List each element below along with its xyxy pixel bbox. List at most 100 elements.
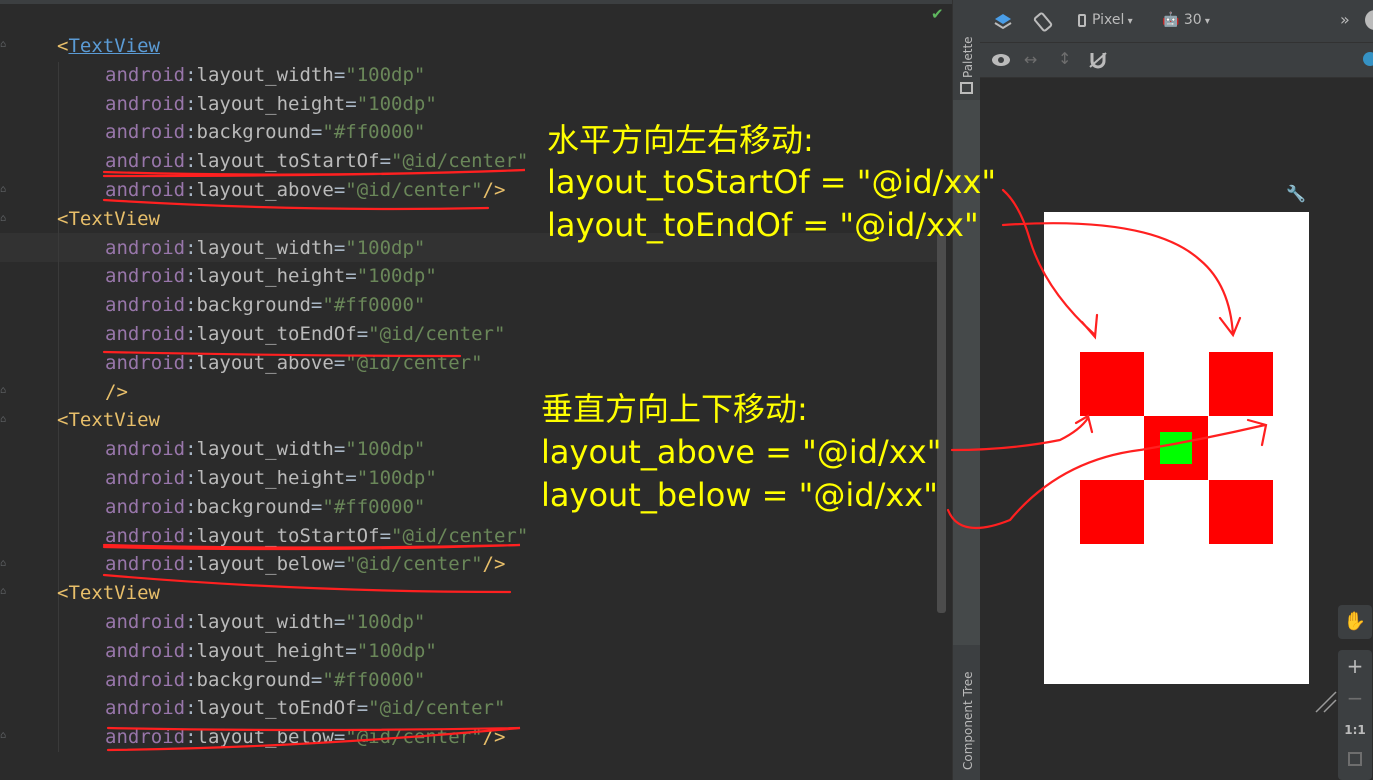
code-line[interactable]: android:layout_below="@id/center"/> xyxy=(105,550,505,579)
namespace-colon: : xyxy=(185,150,197,173)
api-level-selector[interactable]: 🤖 30 ▾ xyxy=(1162,12,1210,28)
device-selector[interactable]: Pixel ▾ xyxy=(1078,12,1133,28)
equals-sign: = xyxy=(379,524,392,547)
code-line[interactable]: android:layout_height="100dp" xyxy=(105,464,437,493)
wrench-icon[interactable]: 🔧 xyxy=(1286,184,1306,203)
palette-tab-label: Palette xyxy=(961,36,975,78)
vertical-resize-icon[interactable]: ↕ xyxy=(1058,49,1071,68)
code-line[interactable]: android:layout_below="@id/center"/> xyxy=(105,723,505,752)
resize-handle-icon[interactable] xyxy=(1314,690,1338,714)
namespace-prefix: android xyxy=(105,92,186,115)
namespace-prefix: android xyxy=(105,524,186,547)
magnet-icon[interactable] xyxy=(1088,51,1108,73)
fold-marker-icon[interactable]: ⌂ xyxy=(0,415,10,425)
equals-sign: = xyxy=(333,236,346,259)
equals-sign: = xyxy=(345,639,357,662)
code-line[interactable]: /> xyxy=(105,378,128,407)
phone-icon xyxy=(1078,13,1086,27)
warning-indicator-icon[interactable] xyxy=(1365,10,1373,30)
fold-marker-icon[interactable]: ⌂ xyxy=(0,386,10,396)
code-line[interactable]: android:layout_toEndOf="@id/center" xyxy=(105,694,505,723)
red-box-bottom-right[interactable] xyxy=(1209,480,1273,544)
attribute-value: "@id/center" xyxy=(368,697,506,720)
namespace-prefix: android xyxy=(105,438,186,461)
design-surface-button[interactable] xyxy=(992,11,1014,37)
eye-icon[interactable] xyxy=(990,51,1012,73)
green-center-view[interactable] xyxy=(1160,432,1192,464)
namespace-colon: : xyxy=(185,697,197,720)
namespace-colon: : xyxy=(185,553,197,576)
horizontal-resize-icon[interactable]: ↔ xyxy=(1024,50,1037,69)
attribute-name: layout_width xyxy=(196,438,334,461)
code-line[interactable]: <TextView xyxy=(57,32,160,61)
fold-marker-icon[interactable]: ⌂ xyxy=(0,559,10,569)
code-line[interactable]: android:layout_width="100dp" xyxy=(105,608,425,637)
attribute-value: "100dp" xyxy=(356,92,437,115)
code-line[interactable]: android:layout_width="100dp" xyxy=(105,234,425,263)
code-line[interactable]: android:layout_above="@id/center"/> xyxy=(105,176,505,205)
attribute-name: background xyxy=(196,668,311,691)
inspection-ok-icon[interactable]: ✔ xyxy=(931,5,944,23)
equals-sign: = xyxy=(333,553,346,576)
zoom-to-fit-button[interactable] xyxy=(1338,746,1372,776)
code-line[interactable]: android:layout_toStartOf="@id/center" xyxy=(105,147,528,176)
code-line[interactable]: android:layout_height="100dp" xyxy=(105,262,437,291)
namespace-colon: : xyxy=(185,438,197,461)
zoom-in-button[interactable]: + xyxy=(1338,650,1372,682)
zoom-out-button[interactable]: − xyxy=(1338,682,1372,714)
code-line[interactable]: android:background="#ff0000" xyxy=(105,291,425,320)
attribute-name: background xyxy=(196,121,311,144)
code-line[interactable]: android:layout_width="100dp" xyxy=(105,61,425,90)
fold-marker-icon[interactable]: ⌂ xyxy=(0,587,10,597)
namespace-prefix: android xyxy=(105,553,186,576)
more-toolbar-button[interactable]: » xyxy=(1340,10,1350,29)
tag-bracket: < xyxy=(57,582,69,605)
tag-bracket: < xyxy=(57,35,69,57)
attribute-value: "#ff0000" xyxy=(322,294,426,317)
fold-marker-icon[interactable]: ⌂ xyxy=(0,731,10,741)
attribute-name: layout_height xyxy=(196,92,346,115)
namespace-colon: : xyxy=(185,467,197,489)
layout-preview-pane: Pixel ▾ 🤖 30 ▾ » ↔ ↕ 🔧 ✋ + − 1:1 xyxy=(980,0,1373,780)
code-editor[interactable]: <TextView android:layout_width="100dp" and… xyxy=(0,0,952,780)
info-icon[interactable] xyxy=(1363,52,1373,66)
attribute-name: layout_width xyxy=(196,611,334,633)
tag-close: /> xyxy=(482,553,506,576)
namespace-prefix: android xyxy=(105,639,186,662)
fold-marker-icon[interactable]: ⌂ xyxy=(0,40,10,50)
code-line[interactable]: android:layout_width="100dp" xyxy=(105,435,425,464)
code-line[interactable]: android:background="#ff0000" xyxy=(105,666,425,695)
code-line[interactable]: android:background="#ff0000" xyxy=(105,493,425,522)
zoom-actual-size-button[interactable]: 1:1 xyxy=(1338,714,1372,746)
code-line[interactable]: android:background="#ff0000" xyxy=(105,118,425,147)
code-line[interactable]: <TextView xyxy=(57,579,160,608)
component-tree-tab[interactable]: Component Tree xyxy=(953,660,981,780)
device-label: Pixel xyxy=(1092,12,1125,28)
fold-marker-icon[interactable]: ⌂ xyxy=(0,185,10,195)
code-line[interactable]: android:layout_toEndOf="@id/center" xyxy=(105,320,505,349)
namespace-colon: : xyxy=(185,726,197,749)
palette-tab[interactable]: Palette xyxy=(953,8,981,96)
tag-name: TextView xyxy=(68,582,160,605)
namespace-colon: : xyxy=(185,639,197,662)
code-line[interactable]: android:layout_toStartOf="@id/center" xyxy=(105,522,528,551)
device-screen[interactable] xyxy=(1044,212,1309,684)
attribute-value: "@id/center" xyxy=(345,179,483,201)
red-box-bottom-left[interactable] xyxy=(1080,480,1144,544)
namespace-colon: : xyxy=(185,351,197,374)
red-box-top-right[interactable] xyxy=(1209,352,1273,416)
fold-marker-icon[interactable]: ⌂ xyxy=(0,214,10,224)
attribute-value: "#ff0000" xyxy=(322,495,426,518)
editor-scrollbar[interactable] xyxy=(937,233,946,613)
orientation-icon[interactable] xyxy=(1032,11,1054,37)
code-line[interactable]: <TextView xyxy=(57,205,160,234)
red-box-top-left[interactable] xyxy=(1080,352,1144,416)
code-line[interactable]: android:layout_above="@id/center" xyxy=(105,349,483,378)
code-line[interactable]: android:layout_height="100dp" xyxy=(105,90,437,119)
namespace-prefix: android xyxy=(105,121,186,144)
code-line[interactable]: <TextView xyxy=(57,406,160,435)
code-line[interactable]: android:layout_height="100dp" xyxy=(105,637,437,666)
pan-button[interactable]: ✋ xyxy=(1338,605,1372,639)
attribute-value: "100dp" xyxy=(345,63,426,86)
namespace-colon: : xyxy=(185,323,197,345)
